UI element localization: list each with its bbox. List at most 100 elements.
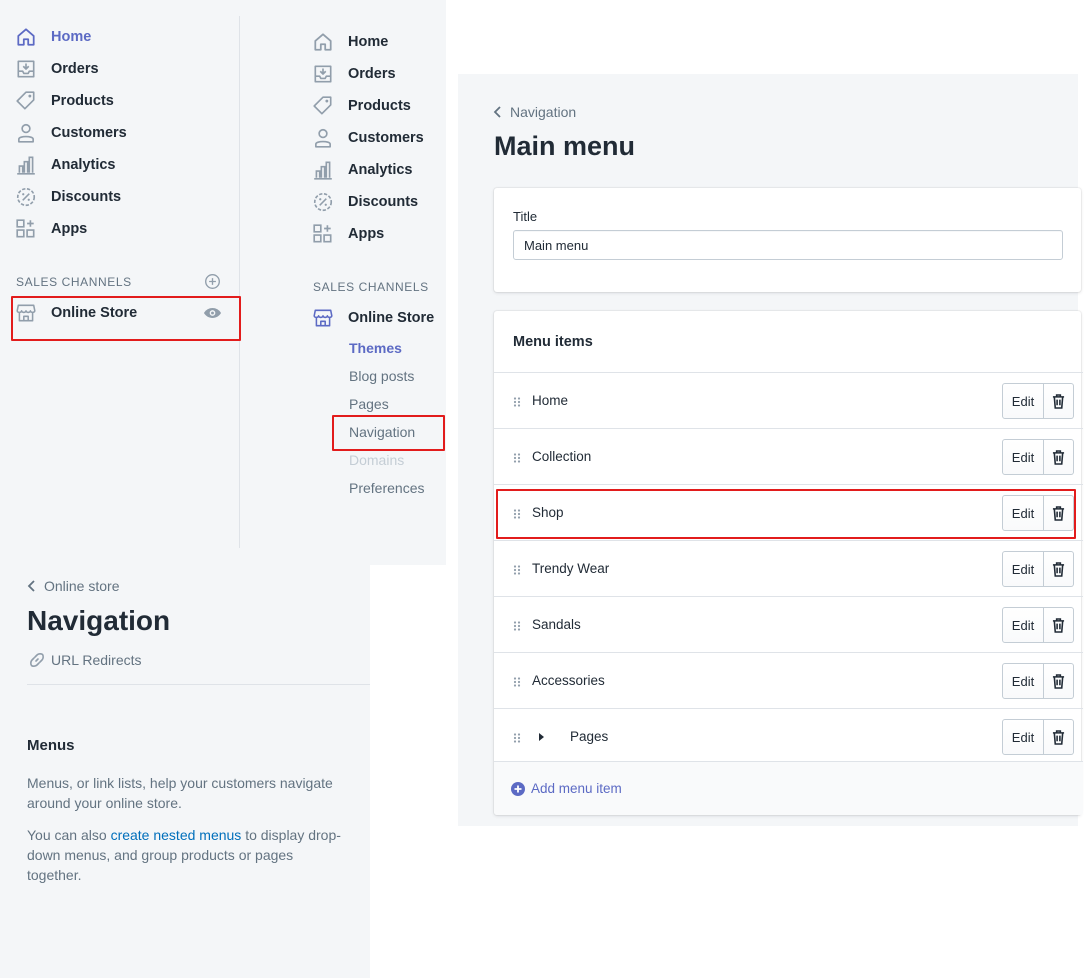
drag-handle-icon[interactable]	[513, 733, 521, 743]
highlight-shop-row	[496, 489, 1076, 539]
edit-button[interactable]: Edit	[1002, 719, 1044, 755]
plus-circle-icon	[511, 781, 525, 796]
menu-item-row[interactable]: Sandals Edit	[494, 596, 1083, 652]
drag-handle-icon[interactable]	[513, 621, 521, 631]
nav-item-home-2[interactable]: Home	[312, 30, 388, 54]
section-label-sales-channels-2: SALES CHANNELS	[313, 280, 429, 294]
nav-label: Home	[51, 29, 92, 45]
sub-item-themes[interactable]: Themes	[349, 340, 402, 356]
page-title: Navigation	[27, 605, 171, 636]
orders-icon	[312, 63, 334, 85]
menu-items-card: Menu items Home Edit Collection Edit Sho…	[494, 311, 1083, 815]
nav-item-analytics-2[interactable]: Analytics	[312, 158, 412, 182]
nav-item-discounts-2[interactable]: Discounts	[312, 190, 418, 214]
nav-item-products-2[interactable]: Products	[312, 94, 411, 118]
nav-item-online-store-2[interactable]: Online Store	[312, 306, 434, 330]
nav-item-home[interactable]: Home	[15, 25, 91, 49]
nav-label: Products	[348, 98, 411, 114]
nav-label: Apps	[51, 221, 88, 237]
edit-button[interactable]: Edit	[1002, 383, 1044, 419]
edit-button[interactable]: Edit	[1002, 607, 1044, 643]
home-icon	[15, 26, 37, 48]
nav-item-analytics[interactable]: Analytics	[15, 153, 115, 177]
row-actions: Edit	[1002, 551, 1074, 587]
expand-caret-icon[interactable]	[539, 733, 544, 741]
trash-icon	[1052, 617, 1065, 633]
nav-item-discounts[interactable]: Discounts	[15, 185, 121, 209]
chevron-left-icon	[27, 580, 35, 592]
trash-icon	[1052, 449, 1065, 465]
discount-icon	[312, 191, 334, 213]
nav-item-orders-2[interactable]: Orders	[312, 62, 396, 86]
menu-item-row[interactable]: Home Edit	[494, 372, 1083, 428]
edit-button[interactable]: Edit	[1002, 551, 1044, 587]
title-input[interactable]	[513, 230, 1063, 260]
menu-item-row[interactable]: Trendy Wear Edit	[494, 540, 1083, 596]
drag-handle-icon[interactable]	[513, 397, 521, 407]
drag-handle-icon[interactable]	[513, 453, 521, 463]
back-link-online-store[interactable]: Online store	[26, 578, 119, 594]
menu-items-heading: Menu items	[513, 334, 593, 350]
trash-icon	[1052, 729, 1065, 745]
sub-item-domains[interactable]: Domains	[349, 452, 404, 468]
delete-button[interactable]	[1044, 383, 1074, 419]
nav-item-apps[interactable]: Apps	[15, 217, 87, 241]
menu-item-label: Collection	[532, 449, 592, 464]
page-title: Main menu	[494, 131, 636, 161]
nav-item-apps-2[interactable]: Apps	[312, 222, 384, 246]
trash-icon	[1052, 673, 1065, 689]
add-menu-item-button[interactable]: Add menu item	[494, 761, 1083, 815]
sub-item-blog-posts[interactable]: Blog posts	[349, 368, 414, 384]
nav-label: Analytics	[348, 162, 413, 178]
url-redirects-link[interactable]: URL Redirects	[29, 652, 142, 668]
person-icon	[312, 127, 334, 149]
nav-label: Customers	[51, 125, 127, 141]
bar-chart-icon	[312, 159, 334, 181]
menu-item-label: Home	[532, 393, 569, 408]
edit-button[interactable]: Edit	[1002, 663, 1044, 699]
delete-button[interactable]	[1044, 439, 1074, 475]
chevron-left-icon	[493, 106, 501, 118]
delete-button[interactable]	[1044, 607, 1074, 643]
nav-label: Analytics	[51, 157, 116, 173]
row-actions: Edit	[1002, 439, 1074, 475]
create-nested-menus-link[interactable]: create nested menus	[111, 827, 242, 843]
back-link-navigation[interactable]: Navigation	[492, 104, 576, 120]
row-actions: Edit	[1002, 383, 1074, 419]
nav-item-customers-2[interactable]: Customers	[312, 126, 424, 150]
drag-handle-icon[interactable]	[513, 677, 521, 687]
menu-item-row[interactable]: Collection Edit	[494, 428, 1083, 484]
sub-item-pages[interactable]: Pages	[349, 396, 389, 412]
edit-button[interactable]: Edit	[1002, 439, 1044, 475]
nested-menus-description: You can also create nested menus to disp…	[27, 827, 341, 883]
delete-button[interactable]	[1044, 663, 1074, 699]
tag-icon	[312, 95, 334, 117]
highlight-online-store	[11, 296, 241, 341]
menu-item-label: Accessories	[532, 673, 605, 688]
menu-item-row[interactable]: Pages Edit	[494, 708, 1083, 764]
highlight-navigation	[332, 415, 445, 451]
menu-item-label: Trendy Wear	[532, 561, 610, 576]
trash-icon	[1052, 393, 1065, 409]
apps-icon	[312, 223, 334, 245]
bar-chart-icon	[15, 154, 37, 176]
delete-button[interactable]	[1044, 551, 1074, 587]
nav-label: Orders	[348, 66, 396, 82]
nav-item-products[interactable]: Products	[15, 89, 114, 113]
menu-item-row[interactable]: Accessories Edit	[494, 652, 1083, 708]
add-channel-icon[interactable]	[204, 273, 221, 290]
nav-label: Discounts	[348, 194, 419, 210]
back-label: Navigation	[510, 104, 577, 120]
back-label: Online store	[44, 578, 120, 594]
drag-handle-icon[interactable]	[513, 565, 521, 575]
nav-label: Customers	[348, 130, 424, 146]
nav-item-customers[interactable]: Customers	[15, 121, 127, 145]
delete-button[interactable]	[1044, 719, 1074, 755]
home-icon	[312, 31, 334, 53]
sub-item-preferences[interactable]: Preferences	[349, 480, 424, 496]
nav-item-orders[interactable]: Orders	[15, 57, 99, 81]
main-menu-panel: Navigation Main menu Title Menu items Ho…	[458, 74, 1083, 826]
title-card: Title	[494, 188, 1081, 292]
add-menu-item-label: Add menu item	[531, 781, 622, 796]
orders-icon	[15, 58, 37, 80]
